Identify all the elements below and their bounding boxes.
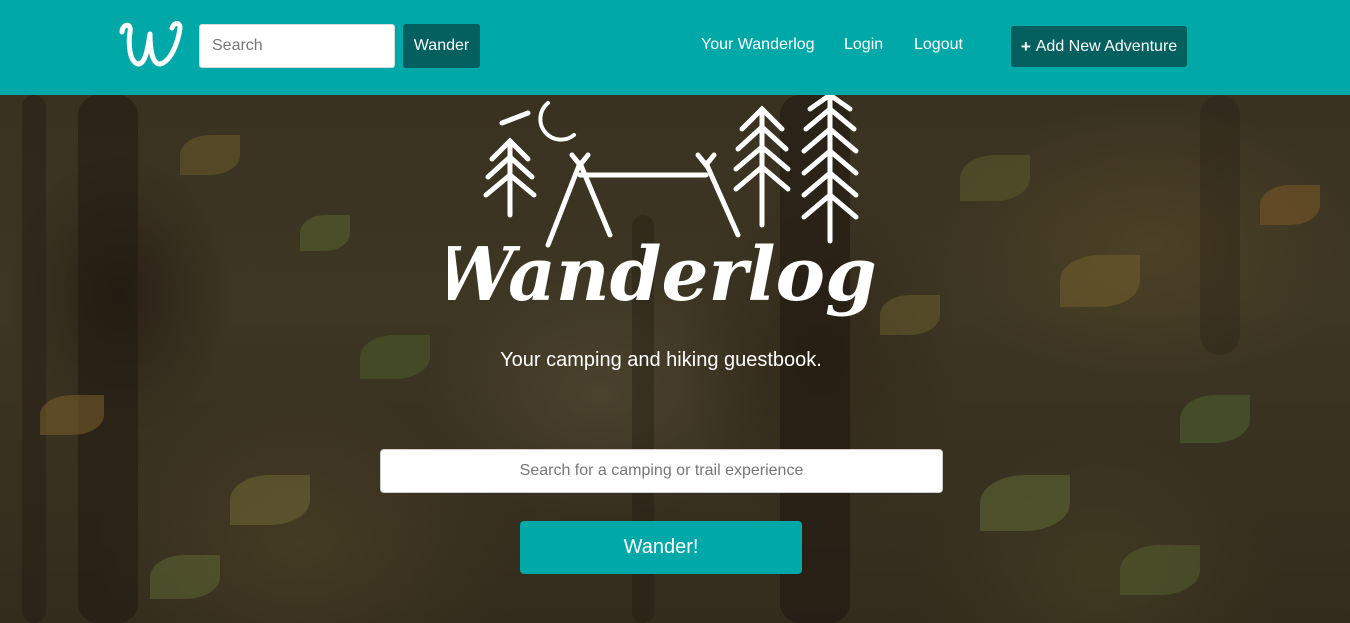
nav-link-logout[interactable]: Logout <box>914 36 963 54</box>
experience-search-input[interactable] <box>380 449 943 493</box>
add-adventure-label: Add New Adventure <box>1035 37 1178 55</box>
tagline: Your camping and hiking guestbook. <box>500 349 822 371</box>
navbar: Wander Your Wanderlog Login Logout + Add… <box>0 0 1350 95</box>
nav-link-login[interactable]: Login <box>844 36 883 54</box>
tree-icon <box>733 95 859 244</box>
plus-icon: + <box>1020 37 1031 56</box>
hero-section: Wanderlog Your camping and hiking guestb… <box>0 95 1350 623</box>
moon-icon <box>538 101 576 142</box>
nav-search-input[interactable] <box>199 24 395 68</box>
brand-logo-icon[interactable] <box>116 18 186 72</box>
nav-search-button[interactable]: Wander <box>403 24 480 68</box>
nav-link-your-wanderlog[interactable]: Your Wanderlog <box>701 36 815 54</box>
add-adventure-button[interactable]: + Add New Adventure <box>1011 26 1187 67</box>
tree-icon <box>483 110 537 218</box>
wander-submit-button[interactable]: Wander! <box>520 521 802 574</box>
logo-text: Wanderlog <box>448 232 877 318</box>
wanderlog-logo: Wanderlog <box>448 95 877 318</box>
